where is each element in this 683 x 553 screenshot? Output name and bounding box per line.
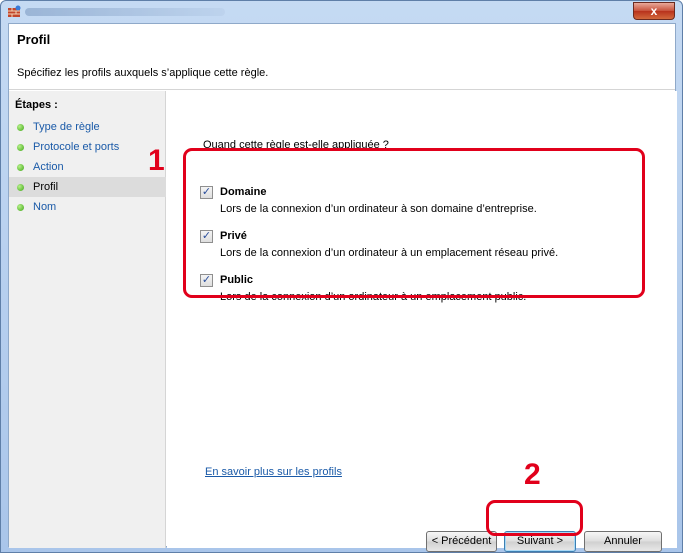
steps-sidebar: Étapes : Type de règle Protocole et port… (9, 91, 166, 548)
step-label: Profil (33, 181, 59, 193)
wizard-header: Profil Spécifiez les profils auxquels s’… (9, 24, 675, 90)
annotation-callout-1: 1 (148, 144, 165, 177)
title-bar[interactable]: x (1, 1, 682, 23)
cancel-button[interactable]: Annuler (584, 531, 662, 552)
step-type-de-regle[interactable]: Type de règle (9, 117, 166, 137)
step-label: Nom (33, 201, 57, 213)
previous-button[interactable]: < Précédent (426, 531, 497, 552)
step-nom[interactable]: Nom (9, 197, 166, 217)
window-title-obscured (25, 8, 225, 16)
annotation-callout-2: 2 (524, 458, 541, 491)
step-label: Action (33, 161, 64, 173)
steps-title: Étapes : (15, 99, 58, 111)
step-protocole-et-ports[interactable]: Protocole et ports (9, 137, 166, 157)
step-bullet-icon (17, 124, 24, 131)
annotation-highlight-next (486, 500, 583, 536)
close-button[interactable]: x (633, 2, 675, 20)
step-label: Protocole et ports (33, 141, 120, 153)
learn-more-link[interactable]: En savoir plus sur les profils (205, 466, 342, 478)
step-bullet-icon (17, 184, 24, 191)
step-action[interactable]: Action (9, 157, 166, 177)
step-bullet-icon (17, 204, 24, 211)
step-label: Type de règle (33, 121, 100, 133)
firewall-icon (8, 5, 21, 17)
page-subtitle: Spécifiez les profils auxquels s’appliqu… (17, 67, 269, 79)
annotation-highlight-options (183, 148, 645, 298)
page-title: Profil (17, 32, 51, 47)
step-bullet-icon (17, 144, 24, 151)
step-bullet-icon (17, 164, 24, 171)
step-profil[interactable]: Profil (9, 177, 166, 197)
